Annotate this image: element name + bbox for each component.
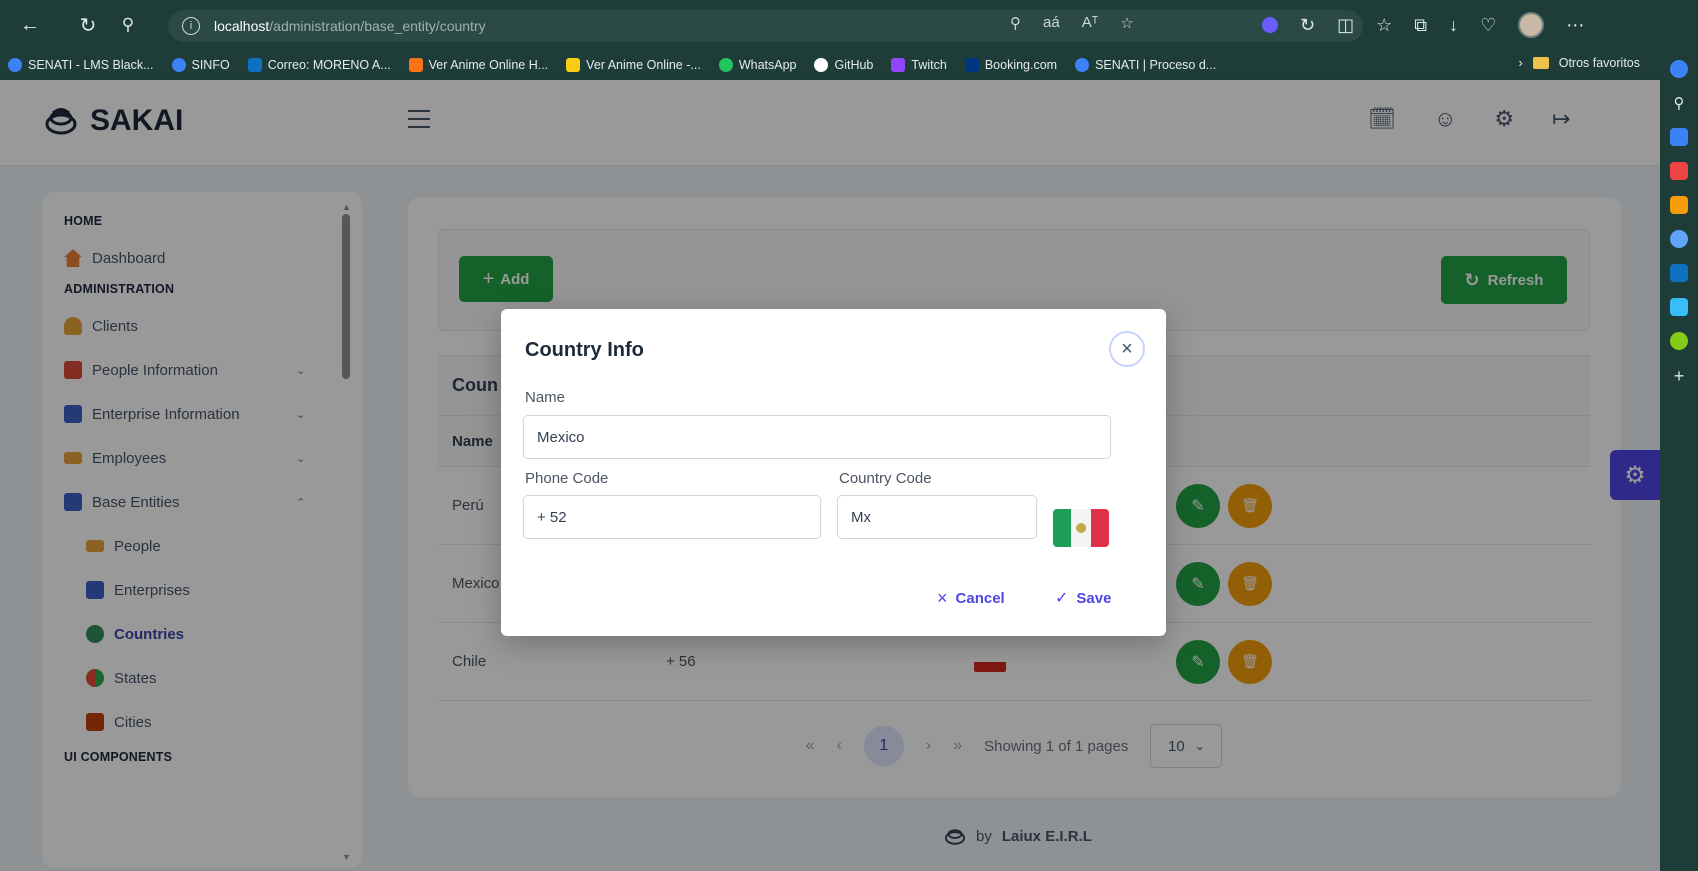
address-bar-actions: ⚲ aá Aᵀ ☆ [1010, 14, 1134, 32]
outlook-icon[interactable] [1670, 264, 1688, 282]
bookmark-icon [408, 58, 423, 72]
whatsapp-icon [718, 58, 733, 72]
bookmark-item[interactable]: SINFO [171, 58, 230, 72]
country-info-dialog: Country Info × Name Mexico Phone Code + … [501, 309, 1166, 636]
check-icon: ✓ [1055, 590, 1069, 607]
bookmark-label: GitHub [834, 58, 874, 72]
name-field[interactable]: Mexico [523, 415, 1111, 459]
bookmarks-overflow: › Otros favoritos [1519, 56, 1640, 70]
bookmark-item[interactable]: WhatsApp [718, 58, 797, 72]
download-icon[interactable]: ↓ [1449, 15, 1458, 36]
close-icon: × [1121, 337, 1133, 360]
refresh-extension-icon[interactable]: ↻ [1300, 15, 1315, 36]
chevron-right-icon[interactable]: › [1519, 56, 1523, 70]
bookmark-item[interactable]: SENATI | Proceso d... [1075, 58, 1216, 72]
bookmark-label: Twitch [911, 58, 947, 72]
bookmarks-bar: SENATI - LMS Black... SINFO Correo: MORE… [0, 50, 1660, 80]
bookmark-icon [1075, 58, 1090, 72]
browser-actions: ↻ ◫ ☆ ⧉ ↓ ♡ ⋯ [1262, 12, 1584, 38]
phone-code-field[interactable]: + 52 [523, 495, 821, 539]
games-icon[interactable] [1670, 196, 1688, 214]
mexico-flag-icon [1053, 509, 1109, 547]
more-icon[interactable]: ⋯ [1566, 15, 1584, 36]
favorites-icon[interactable]: ☆ [1376, 15, 1392, 36]
name-label: Name [525, 389, 566, 406]
translate-icon[interactable]: aá [1043, 14, 1060, 32]
profile-avatar[interactable] [1518, 12, 1545, 38]
collections-icon[interactable]: ⧉ [1414, 15, 1427, 36]
country-code-field[interactable]: Mx [837, 495, 1037, 539]
telegram-icon[interactable] [1670, 298, 1688, 316]
outlook-icon [247, 58, 262, 72]
bookmark-item[interactable]: GitHub [814, 58, 873, 72]
performance-icon[interactable]: ♡ [1480, 15, 1496, 36]
bookmark-icon [171, 58, 186, 72]
bookmark-label: SINFO [191, 58, 230, 72]
github-icon [814, 58, 829, 72]
bookmark-item[interactable]: Twitch [891, 58, 947, 72]
shopping-icon[interactable] [1670, 128, 1688, 146]
country-code-label: Country Code [839, 470, 932, 487]
app-shell: SAKAI 🗓 ☺ ⚙ ↦ HOME Dashboard ADMINISTRAT… [0, 80, 1660, 871]
browser-toolbar: ← ↻ ⚲ i localhost /administration/base_e… [0, 0, 1698, 50]
bookmark-item[interactable]: SENATI - LMS Black... [8, 58, 154, 72]
url-host: localhost [214, 18, 270, 34]
bookmark-item[interactable]: Ver Anime Online H... [408, 58, 549, 72]
search-icon[interactable]: ⚲ [112, 9, 144, 41]
bookmark-label: Ver Anime Online H... [428, 58, 549, 72]
phone-code-label: Phone Code [525, 470, 609, 487]
save-button[interactable]: ✓ Save [1055, 588, 1111, 608]
cancel-button[interactable]: × Cancel [937, 588, 1005, 609]
close-icon: × [937, 588, 948, 608]
favorite-star-icon[interactable]: ☆ [1120, 14, 1133, 32]
bookmark-item[interactable]: Booking.com [964, 58, 1058, 72]
edge-sidebar: ⚲ + [1660, 50, 1698, 871]
close-button[interactable]: × [1109, 331, 1145, 367]
folder-icon [1532, 57, 1549, 69]
back-icon[interactable]: ← [14, 9, 46, 41]
split-screen-icon[interactable]: ◫ [1337, 15, 1354, 36]
bookmark-label: SENATI | Proceso d... [1095, 58, 1217, 72]
read-aloud-icon[interactable]: Aᵀ [1082, 14, 1099, 32]
tree-icon[interactable] [1670, 332, 1688, 350]
booking-icon [964, 58, 979, 72]
bookmark-label: WhatsApp [738, 58, 797, 72]
bookmark-icon [8, 58, 22, 72]
other-favorites[interactable]: Otros favoritos [1559, 56, 1640, 70]
copilot-icon[interactable] [1670, 60, 1688, 78]
bookmark-item[interactable]: Ver Anime Online -... [566, 58, 701, 72]
bookmark-label: Ver Anime Online -... [586, 58, 701, 72]
key-icon[interactable]: ⚲ [1010, 14, 1021, 32]
dialog-title: Country Info [525, 339, 644, 361]
bookmark-label: SENATI - LMS Black... [28, 58, 154, 72]
address-bar[interactable]: i localhost /administration/base_entity/… [168, 10, 1363, 42]
bookmark-item[interactable]: Correo: MORENO A... [247, 58, 391, 72]
bookmark-label: Correo: MORENO A... [267, 58, 391, 72]
search-icon[interactable]: ⚲ [1674, 94, 1685, 112]
site-info-icon[interactable]: i [182, 17, 200, 35]
twitch-icon [891, 58, 906, 72]
save-button-label: Save [1076, 589, 1112, 607]
bookmark-icon [566, 58, 581, 72]
tools-icon[interactable] [1670, 162, 1688, 180]
reload-icon[interactable]: ↻ [72, 9, 104, 41]
bookmark-label: Booking.com [984, 58, 1058, 72]
add-icon[interactable]: + [1674, 366, 1685, 387]
url-path: /administration/base_entity/country [269, 18, 486, 34]
extension-icon[interactable] [1262, 17, 1278, 33]
copilot-app-icon[interactable] [1670, 230, 1688, 248]
cancel-button-label: Cancel [955, 590, 1005, 607]
